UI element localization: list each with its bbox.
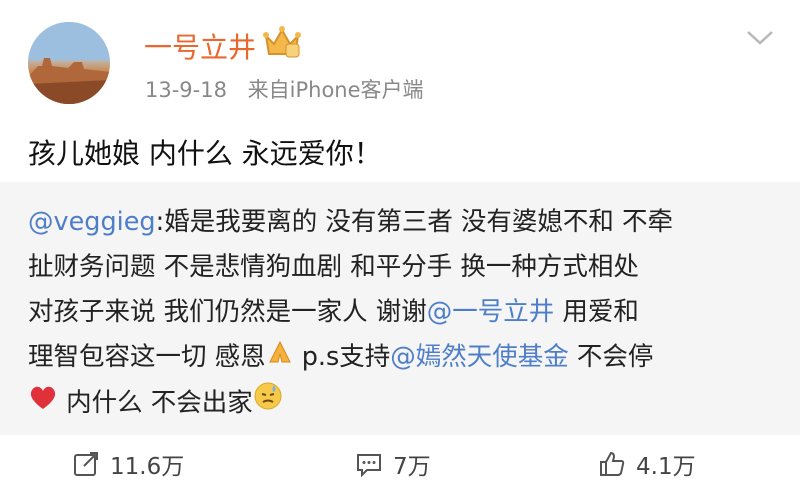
repost-line3a: 对孩子来说 我们仍然是一家人 谢谢: [28, 297, 427, 327]
repost-text: @veggieg:婚是我要离的 没有第三者 没有婆媳不和 不牵 扯财务问题 不是…: [28, 200, 783, 426]
comment-count: 7万: [393, 454, 431, 480]
repost-line4c: 不会停: [568, 342, 654, 372]
pray-emoji-icon: [266, 336, 294, 381]
mention-fund[interactable]: @嫣然天使基金: [390, 342, 569, 372]
avatar[interactable]: [28, 22, 110, 104]
repost-line2: 扯财务问题 不是悲情狗血剧 和平分手 换一种方式相处: [28, 252, 639, 282]
repost-line3b: 用爱和: [554, 297, 639, 327]
like-button[interactable]: 4.1万: [598, 450, 696, 480]
action-bar: 11.6万 7万 4.1万: [0, 436, 800, 489]
post-meta: 13-9-18 来自iPhone客户端: [145, 74, 424, 104]
post-text: 孩儿她娘 内什么 永远爱你！: [28, 137, 382, 170]
post-date: 13-9-18: [145, 78, 227, 102]
crown-badge-icon[interactable]: [262, 26, 302, 60]
like-icon: [600, 451, 625, 476]
comment-button[interactable]: 7万: [355, 450, 431, 480]
sweat-emoji-icon: [253, 381, 283, 426]
like-count: 4.1万: [636, 454, 696, 480]
repost-icon: [74, 452, 98, 476]
repost-line1: :婚是我要离的 没有第三者 没有婆媳不和 不牵: [155, 207, 674, 237]
repost-button[interactable]: 11.6万: [72, 450, 185, 480]
mention-author[interactable]: @veggieg: [28, 207, 156, 237]
mention-user[interactable]: @一号立井: [427, 297, 555, 327]
repost-line4a: 理智包容这一切 感恩: [28, 342, 266, 372]
heart-emoji-icon: [28, 381, 58, 426]
post-source: 来自iPhone客户端: [247, 78, 424, 102]
repost-line5: 内什么 不会出家: [58, 387, 253, 418]
chevron-down-icon[interactable]: [745, 28, 775, 48]
post-header: 一号立井 13-9-18 来自iPhone客户端: [0, 0, 800, 118]
username[interactable]: 一号立井: [144, 26, 256, 66]
repost-card[interactable]: @veggieg:婚是我要离的 没有第三者 没有婆媳不和 不牵 扯财务问题 不是…: [0, 182, 800, 435]
repost-line4b: p.s支持: [293, 342, 391, 372]
comment-icon: [357, 454, 381, 478]
repost-count: 11.6万: [110, 454, 185, 480]
